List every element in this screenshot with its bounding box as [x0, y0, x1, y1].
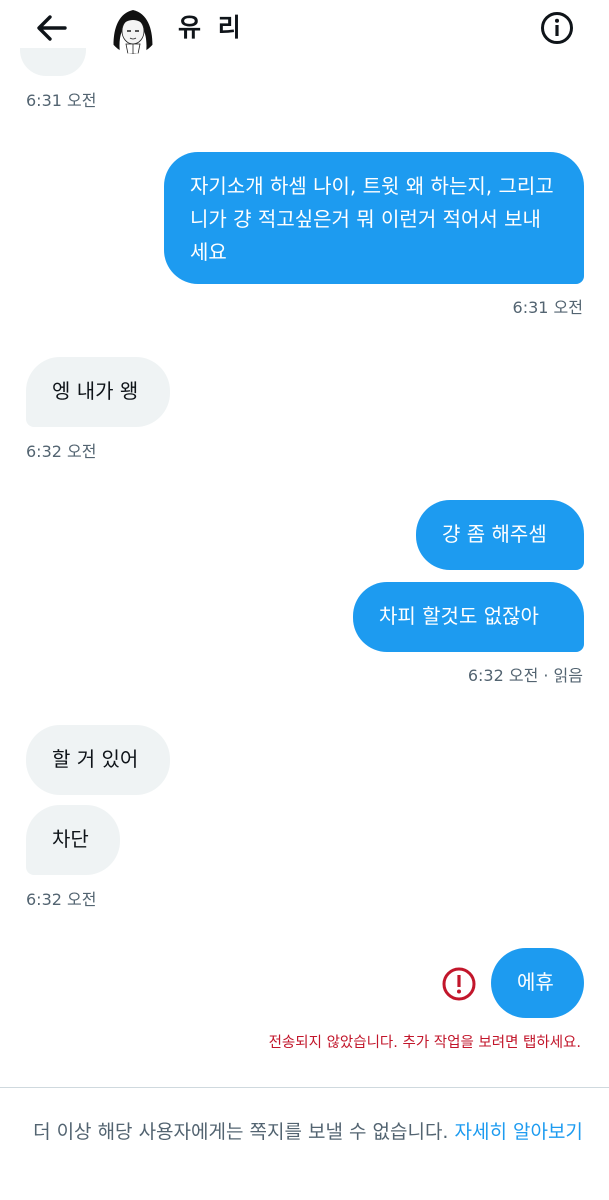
message-bubble-received[interactable]: 차단 [26, 805, 120, 875]
message-timestamp: 6:32 오전 [26, 442, 97, 461]
message-bubble-sent[interactable]: 걍 좀 해주셈 [416, 500, 584, 570]
arrow-left-icon[interactable] [34, 12, 70, 44]
message-timestamp-read: 6:32 오전 · 읽음 [467, 666, 583, 685]
message-bubble-received[interactable]: 엥 내가 왱 [26, 357, 170, 427]
message-bubble-failed[interactable]: 에휴 [491, 948, 584, 1018]
blocked-notice: 더 이상 해당 사용자에게는 쪽지를 보낼 수 없습니다. [33, 1121, 449, 1143]
message-bubble-sent[interactable]: 자기소개 하셈 나이, 트윗 왜 하는지, 그리고 니가 걍 적고싶은거 뭐 이… [164, 152, 584, 284]
divider [0, 1087, 609, 1088]
message-timestamp: 6:31 오전 [26, 91, 97, 110]
info-icon[interactable] [539, 10, 575, 46]
message-timestamp: 6:31 오전 [512, 298, 583, 317]
message-bubble-sent[interactable]: 차피 할것도 없잖아 [353, 582, 584, 652]
message-bubble-received[interactable]: 할 거 있어 [26, 725, 170, 795]
conversation-title[interactable]: 유 리 [178, 12, 245, 44]
error-icon[interactable] [441, 966, 477, 1002]
conversation-header: 유 리 [0, 0, 609, 58]
send-failed-notice[interactable]: 전송되지 않았습니다. 추가 작업을 보려면 탭하세요. [269, 1033, 581, 1053]
message-bubble-partial[interactable] [20, 48, 86, 76]
learn-more-link[interactable]: 자세히 알아보기 [455, 1121, 583, 1143]
message-timestamp: 6:32 오전 [26, 890, 97, 909]
blocked-footer: 더 이상 해당 사용자에게는 쪽지를 보낼 수 없습니다. 자세히 알아보기 [28, 1116, 588, 1148]
avatar[interactable] [108, 4, 158, 54]
